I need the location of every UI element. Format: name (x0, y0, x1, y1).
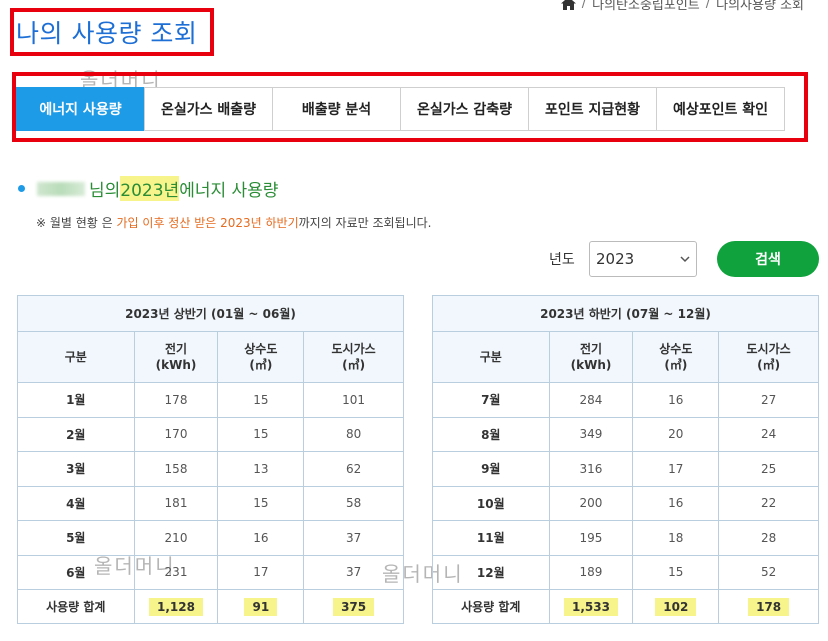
section-heading: 님의 2023년 에너지 사용량 (18, 176, 278, 201)
breadcrumb-separator: / (581, 0, 587, 11)
table-row: 2월 170 15 80 (17, 416, 404, 452)
tab-ghg-emission[interactable]: 온실가스 배출량 (144, 87, 273, 131)
notice-suffix: 까지의 자료만 조회됩니다. (298, 216, 432, 230)
tab-emission-analysis[interactable]: 배출량 분석 (272, 87, 401, 131)
header-category: 구분 (432, 331, 550, 383)
table-row: 3월 158 13 62 (17, 451, 404, 487)
table-row: 11월 195 18 28 (432, 520, 819, 556)
usage-table-first-half: 2023년 상반기 (01월 ~ 06월) 구분 전기 (kWh) 상수도 (㎥) … (17, 295, 404, 624)
notice-prefix: ※ 월별 현황 은 (36, 216, 117, 230)
heading-rest: 에너지 사용량 (179, 181, 279, 201)
table-total-row: 사용량 합계 1,533 102 178 (432, 589, 819, 624)
home-icon[interactable] (560, 0, 576, 10)
table-row: 6월 231 17 37 (17, 554, 404, 590)
breadcrumb: / 나의탄소중립포인트 / 나의사용량 조회 (560, 0, 804, 13)
table-row: 12월 189 15 52 (432, 554, 819, 590)
header-water: 상수도 (㎥) (217, 331, 305, 383)
tab-point-payment[interactable]: 포인트 지급현황 (528, 87, 657, 131)
search-button[interactable]: 검색 (717, 241, 819, 277)
table-caption: 2023년 하반기 (07월 ~ 12월) (432, 295, 819, 332)
breadcrumb-item-usage[interactable]: 나의사용량 조회 (716, 0, 804, 13)
table-row: 1월 178 15 101 (17, 382, 404, 418)
year-select-value: 2023 (596, 250, 635, 268)
bullet-icon (18, 185, 25, 192)
table-row: 4월 181 15 58 (17, 485, 404, 521)
table-row: 7월 284 16 27 (432, 382, 819, 418)
table-row: 8월 349 20 24 (432, 416, 819, 452)
table-row: 9월 316 17 25 (432, 451, 819, 487)
table-total-row: 사용량 합계 1,128 91 375 (17, 589, 404, 624)
header-electricity: 전기 (kWh) (133, 331, 219, 383)
header-gas: 도시가스 (㎥) (303, 331, 404, 383)
breadcrumb-item-carbon-point[interactable]: 나의탄소중립포인트 (592, 0, 700, 13)
blurred-user-name (37, 181, 85, 196)
tab-bar: 에너지 사용량 온실가스 배출량 배출량 분석 온실가스 감축량 포인트 지급현… (16, 87, 785, 131)
table-row: 10월 200 16 22 (432, 485, 819, 521)
breadcrumb-separator: / (705, 0, 711, 11)
tab-ghg-reduction[interactable]: 온실가스 감축량 (400, 87, 529, 131)
tab-expected-point[interactable]: 예상포인트 확인 (656, 87, 785, 131)
table-caption: 2023년 상반기 (01월 ~ 06월) (17, 295, 404, 332)
heading-name-suffix: 님의 (89, 181, 121, 201)
year-label: 년도 (549, 252, 575, 268)
table-row: 5월 210 16 37 (17, 520, 404, 556)
year-select[interactable]: 2023 (589, 241, 697, 277)
page-title: 나의 사용량 조회 (16, 19, 198, 48)
notice-highlight: 가입 이후 정산 받은 2023년 하반기 (116, 216, 299, 230)
header-gas: 도시가스 (㎥) (718, 331, 819, 383)
usage-table-second-half: 2023년 하반기 (07월 ~ 12월) 구분 전기 (kWh) 상수도 (㎥) … (432, 295, 819, 624)
tab-energy-usage[interactable]: 에너지 사용량 (16, 87, 145, 131)
chevron-down-icon (680, 256, 690, 263)
header-water: 상수도 (㎥) (632, 331, 720, 383)
header-category: 구분 (17, 331, 135, 383)
header-electricity: 전기 (kWh) (548, 331, 634, 383)
notice-text: ※ 월별 현황 은 가입 이후 정산 받은 2023년 하반기까지의 자료만 조… (36, 214, 432, 231)
heading-year: 2023년 (120, 176, 180, 201)
